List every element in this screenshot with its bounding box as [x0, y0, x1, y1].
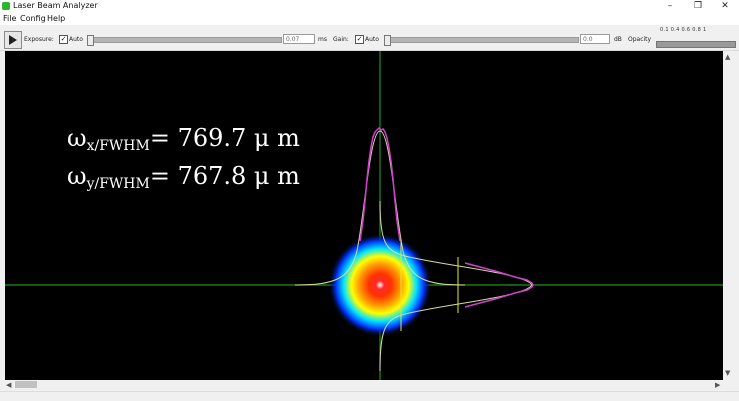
gain-value-field[interactable]: 0.0: [580, 34, 610, 44]
opacity-slider[interactable]: [656, 41, 736, 48]
left-arrow-icon[interactable]: ◀: [6, 381, 11, 389]
minimize-icon[interactable]: –: [658, 0, 682, 13]
gain-unit: dB: [614, 36, 622, 43]
horizontal-scroll-thumb[interactable]: [15, 381, 37, 388]
menu-file[interactable]: File: [3, 14, 16, 24]
restore-icon[interactable]: ❐: [686, 0, 710, 13]
gain-slider-thumb[interactable]: [384, 35, 391, 46]
readout-x: ωx/FWHM= 769.7 μ m: [67, 123, 300, 157]
exposure-label: Exposure:: [24, 36, 54, 43]
readout-y-subscript: y/FWHM: [86, 176, 150, 192]
app-icon: [2, 2, 10, 10]
readout-x-symbol: ω: [67, 124, 87, 152]
gain-auto-checkbox[interactable]: ✓: [355, 35, 364, 44]
gain-auto-label: Auto: [365, 36, 379, 43]
play-icon: [9, 35, 17, 45]
title-bar: Laser Beam Analyzer – ❐ ✕: [0, 0, 739, 13]
gain-slider[interactable]: [385, 37, 579, 43]
exposure-auto-label: Auto: [69, 36, 83, 43]
right-arrow-icon[interactable]: ▶: [715, 381, 720, 389]
beam-plot: [5, 51, 723, 380]
beam-spot: [328, 233, 432, 337]
opacity-scale: 0.1 0.4 0.6 0.8 1: [660, 27, 707, 33]
vertical-scrollbar[interactable]: ▲ ▼: [723, 51, 733, 380]
exposure-auto-checkbox[interactable]: ✓: [59, 35, 68, 44]
readout-x-value: = 769.7 μ m: [149, 124, 300, 152]
beam-viewport[interactable]: ωx/FWHM= 769.7 μ m ωy/FWHM= 767.8 μ m: [5, 51, 723, 380]
exposure-slider[interactable]: [88, 37, 282, 43]
window-title: Laser Beam Analyzer: [13, 1, 98, 10]
down-arrow-icon[interactable]: ▼: [725, 369, 730, 377]
readout-y-symbol: ω: [67, 162, 87, 190]
up-arrow-icon[interactable]: ▲: [725, 53, 730, 61]
exposure-slider-thumb[interactable]: [87, 35, 94, 46]
toolbar: Exposure: ✓ Auto 0.07 ms Gain: ✓ Auto 0.…: [0, 26, 739, 51]
opacity-label: Opacity: [628, 36, 652, 43]
play-button[interactable]: [4, 31, 22, 49]
readout-y: ωy/FWHM= 767.8 μ m: [67, 161, 300, 195]
gain-label: Gain:: [333, 36, 349, 43]
close-icon[interactable]: ✕: [713, 0, 737, 13]
menu-config[interactable]: Config: [20, 14, 46, 24]
menu-bar: File Config Help: [0, 13, 739, 25]
readout-y-value: = 767.8 μ m: [149, 162, 300, 190]
exposure-unit: ms: [318, 36, 327, 43]
horizontal-scrollbar[interactable]: ◀ ▶: [5, 380, 723, 390]
readout-x-subscript: x/FWHM: [86, 138, 150, 154]
exposure-value-field[interactable]: 0.07: [283, 34, 315, 44]
menu-help[interactable]: Help: [47, 14, 65, 24]
